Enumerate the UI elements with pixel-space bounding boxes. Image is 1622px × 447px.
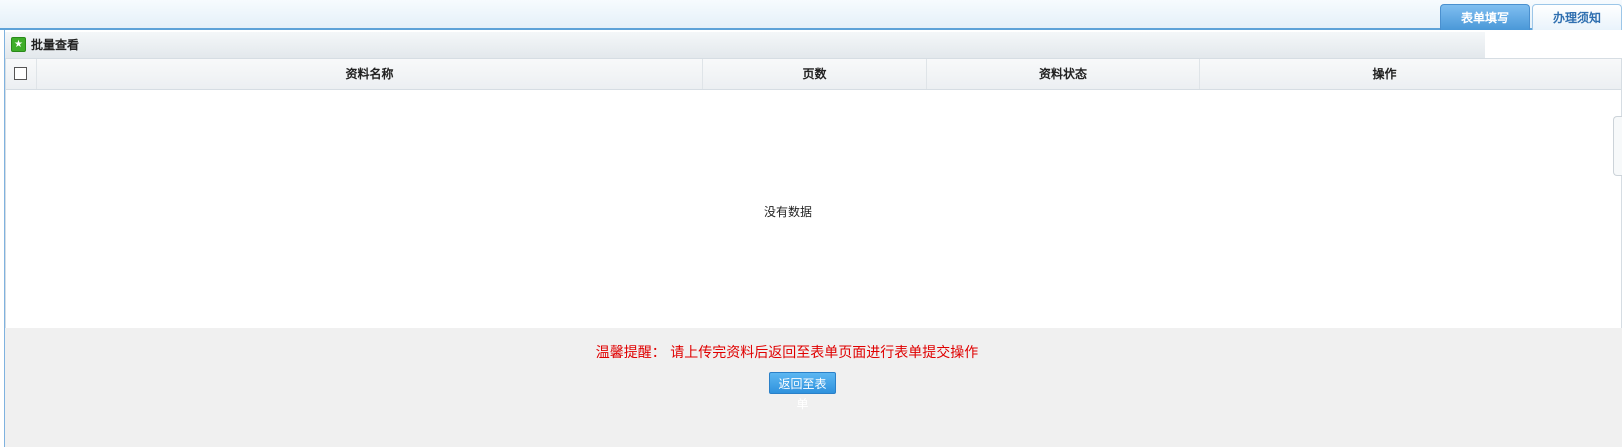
warm-reminder-text: 温馨提醒： 请上传完资料后返回至表单页面进行表单提交操作: [595, 345, 979, 361]
data-grid: 资料名称 页数 资料状态 操作 没有数据: [5, 58, 1622, 358]
panel-title: 批量查看: [31, 38, 80, 52]
column-header-pages[interactable]: 页数: [702, 59, 926, 89]
panel-header: ★ 批量查看: [5, 32, 1485, 58]
side-collapse-handle[interactable]: [1613, 116, 1622, 176]
tab-form-fill[interactable]: 表单填写: [1440, 4, 1530, 30]
empty-state-text: 没有数据: [763, 205, 812, 219]
select-all-checkbox[interactable]: [14, 67, 27, 80]
column-header-name[interactable]: 资料名称: [36, 59, 702, 89]
top-tab-bar: 表单填写 办理须知: [0, 0, 1622, 30]
main-frame: ★ 批量查看 资料名称 页数 资料状态 操作 没有数据 温馨提醒： 请上传完资料…: [4, 30, 1622, 447]
tab-guidelines[interactable]: 办理须知: [1532, 4, 1622, 30]
grid-header: 资料名称 页数 资料状态 操作: [6, 59, 1621, 90]
green-star-icon: ★: [11, 37, 26, 52]
column-header-status[interactable]: 资料状态: [926, 59, 1199, 89]
footer-area: 温馨提醒： 请上传完资料后返回至表单页面进行表单提交操作 返回至表单: [5, 328, 1622, 447]
column-header-actions[interactable]: 操作: [1199, 59, 1569, 89]
back-to-form-button[interactable]: 返回至表单: [769, 372, 836, 411]
